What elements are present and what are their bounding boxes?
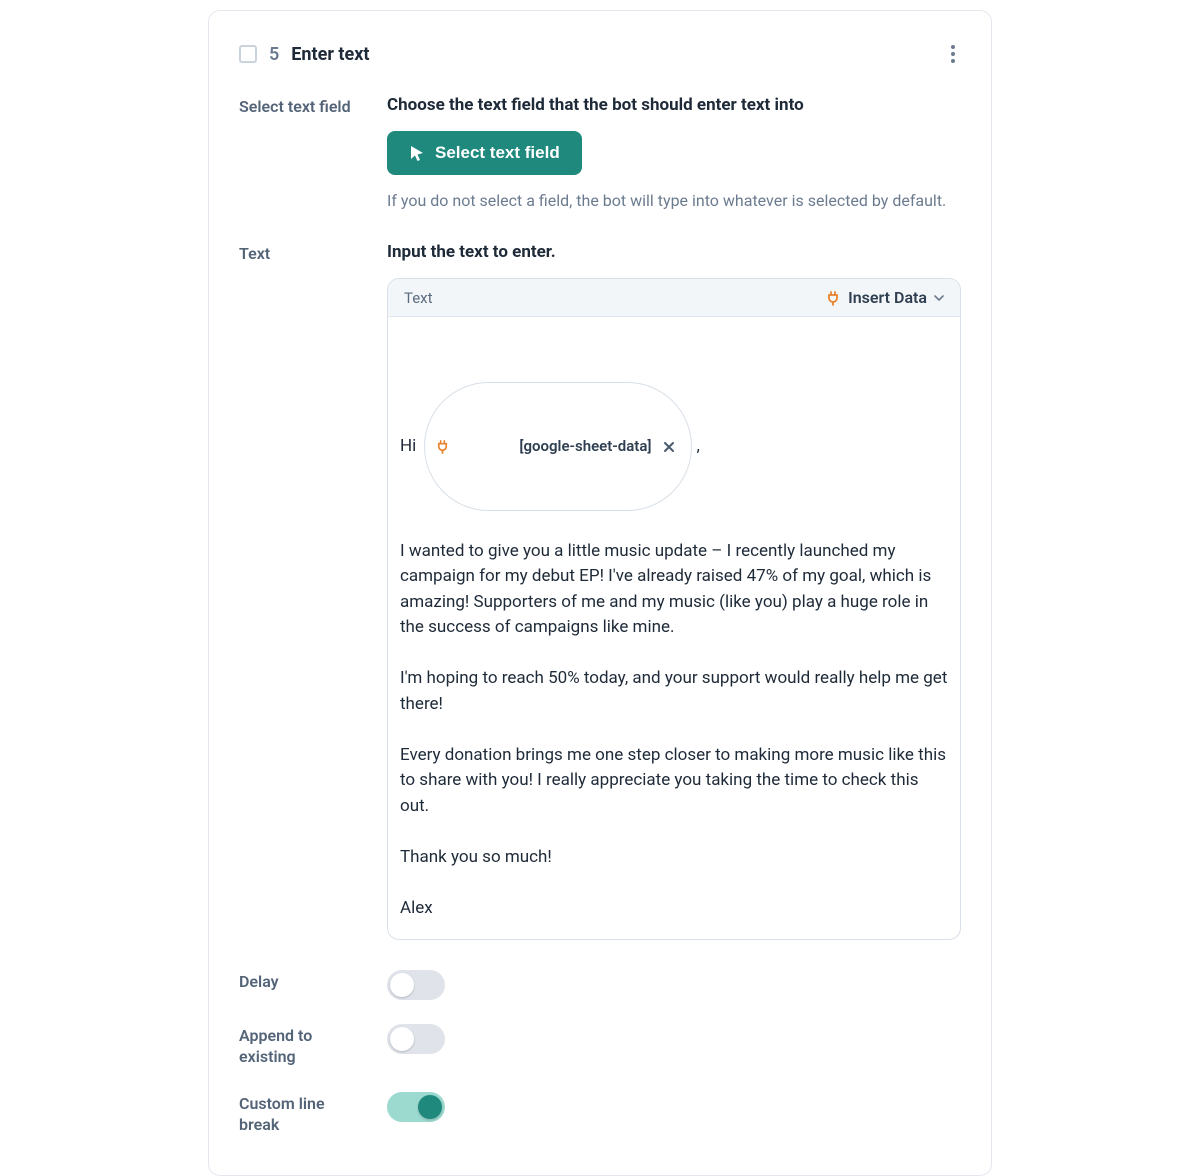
text-row: Text Input the text to enter. Text	[239, 242, 961, 940]
custom-break-label: Custom line break	[239, 1092, 359, 1136]
text-input-area[interactable]: Hi [google-sheet-data]	[388, 317, 960, 939]
text-heading: Input the text to enter.	[387, 242, 961, 262]
append-label: Append to existing	[239, 1024, 359, 1068]
text-row-label: Text	[239, 242, 359, 940]
text-paragraph-2: Every donation brings me one step closer…	[400, 745, 950, 816]
text-paragraph-1: I'm hoping to reach 50% today, and your …	[400, 668, 952, 714]
delay-row: Delay	[239, 970, 961, 1000]
editor-toolbar-label: Text	[404, 289, 433, 307]
step-number: 5	[269, 44, 279, 65]
chip-remove-button[interactable]	[659, 437, 679, 457]
text-intro-prefix: Hi	[400, 434, 420, 460]
step-header: 5 Enter text	[239, 41, 961, 67]
step-card: 5 Enter text Select text field Choose th…	[208, 10, 992, 1176]
text-editor: Text Insert Data	[387, 278, 961, 940]
text-paragraph-3: Thank you so much!	[400, 847, 552, 867]
insert-data-button[interactable]: Insert Data	[825, 288, 944, 307]
chevron-down-icon	[934, 293, 944, 303]
step-title: Enter text	[291, 44, 369, 65]
custom-break-row: Custom line break	[239, 1092, 961, 1136]
select-text-field-row: Select text field Choose the text field …	[239, 95, 961, 212]
select-text-field-heading: Choose the text field that the bot shoul…	[387, 95, 961, 115]
custom-break-toggle[interactable]	[387, 1092, 445, 1122]
text-paragraph-0: I wanted to give you a little music upda…	[400, 541, 935, 638]
more-options-button[interactable]	[945, 41, 961, 67]
select-text-field-helper: If you do not select a field, the bot wi…	[387, 189, 961, 212]
text-paragraph-4: Alex	[400, 898, 433, 918]
step-checkbox[interactable]	[239, 45, 257, 63]
append-toggle[interactable]	[387, 1024, 445, 1054]
delay-toggle[interactable]	[387, 970, 445, 1000]
google-sheet-data-chip[interactable]: [google-sheet-data]	[424, 382, 692, 511]
insert-data-label: Insert Data	[848, 288, 927, 307]
plug-icon	[435, 388, 511, 505]
select-text-field-button[interactable]: Select text field	[387, 131, 582, 175]
cursor-icon	[409, 144, 425, 162]
editor-toolbar: Text Insert Data	[388, 279, 960, 317]
chip-label: [google-sheet-data]	[519, 435, 651, 458]
text-intro-suffix: ,	[696, 434, 699, 460]
append-row: Append to existing	[239, 1024, 961, 1068]
text-intro-line: Hi [google-sheet-data]	[400, 382, 948, 511]
select-text-field-label: Select text field	[239, 95, 359, 212]
plug-icon	[825, 290, 841, 306]
select-text-field-button-label: Select text field	[435, 143, 560, 163]
